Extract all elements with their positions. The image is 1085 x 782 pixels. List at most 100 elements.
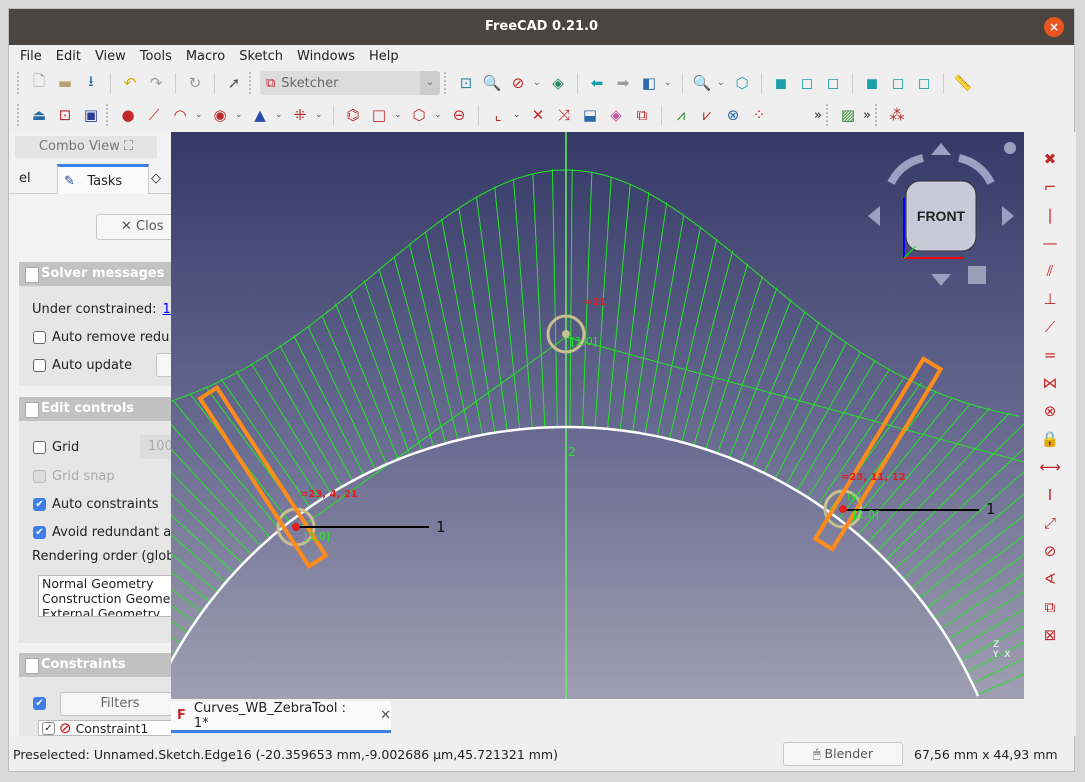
- equal-icon[interactable]: =: [1039, 344, 1061, 366]
- menu-edit[interactable]: Edit: [49, 45, 88, 67]
- sketch-zebra-icon[interactable]: ▨: [837, 104, 859, 126]
- view-sketch-icon[interactable]: ⊡: [54, 104, 76, 126]
- view-rear-icon[interactable]: ◼: [861, 72, 883, 94]
- checkbox[interactable]: [33, 470, 46, 483]
- view-section-icon[interactable]: ▣: [80, 104, 102, 126]
- refresh-icon[interactable]: ↻: [184, 72, 206, 94]
- zoom-icon[interactable]: 🔍: [691, 72, 713, 94]
- checkbox[interactable]: ✔: [33, 697, 46, 710]
- document-tab[interactable]: F Curves_WB_ZebraTool : 1* ✕: [171, 701, 391, 733]
- bspline-knots-icon[interactable]: ⊗: [722, 104, 744, 126]
- fit-selection-icon[interactable]: 🔍: [481, 72, 503, 94]
- edit-controls-header[interactable]: Edit controls: [19, 397, 171, 421]
- constraint-tool-icon[interactable]: ⁂: [886, 104, 908, 126]
- line-icon[interactable]: ⟋: [143, 104, 165, 126]
- list-item[interactable]: Normal Geometry: [42, 576, 171, 591]
- back-icon[interactable]: ⬅: [586, 72, 608, 94]
- list-item[interactable]: External Geometry: [42, 606, 171, 616]
- new-file-icon[interactable]: 🗋: [28, 72, 50, 94]
- expand-icon[interactable]: ⛶: [124, 139, 133, 154]
- fit-all-icon[interactable]: ⊡: [455, 72, 477, 94]
- forward-icon[interactable]: ➡: [612, 72, 634, 94]
- menu-file[interactable]: File: [13, 45, 49, 67]
- constraints-header[interactable]: Constraints: [19, 653, 171, 677]
- checkbox[interactable]: ✔: [33, 498, 46, 511]
- construction-mode-icon[interactable]: ⧉: [631, 104, 653, 126]
- symmetric-icon[interactable]: ⋈: [1039, 372, 1061, 394]
- vertical-distance-icon[interactable]: I: [1039, 484, 1061, 506]
- close-window-button[interactable]: ×: [1044, 17, 1064, 37]
- bspline-degree-icon[interactable]: ⩗: [696, 104, 718, 126]
- navigation-style-button[interactable]: 🖱 Blender: [783, 742, 903, 766]
- menu-macro[interactable]: Macro: [179, 45, 232, 67]
- under-constrained-link[interactable]: 1: [162, 302, 170, 317]
- perpendicular-icon[interactable]: ⊥: [1039, 288, 1061, 310]
- lock-icon[interactable]: 🔒: [1039, 428, 1061, 450]
- point-on-object-icon[interactable]: ⌐: [1039, 176, 1061, 198]
- split-icon[interactable]: ⤨: [553, 104, 575, 126]
- menu-help[interactable]: Help: [362, 45, 406, 67]
- horizontal-icon[interactable]: —: [1039, 232, 1061, 254]
- save-icon[interactable]: ⭳: [80, 72, 102, 94]
- auto-remove-checkbox[interactable]: Auto remove redu: [33, 330, 169, 345]
- slot-icon[interactable]: ⊖: [448, 104, 470, 126]
- menu-sketch[interactable]: Sketch: [232, 45, 290, 67]
- checkbox[interactable]: [33, 359, 46, 372]
- rendering-order-list[interactable]: Normal Geometry Construction Geome Exter…: [38, 575, 171, 617]
- distance-icon[interactable]: ⤢: [1039, 512, 1061, 534]
- measure-icon[interactable]: 📏: [952, 72, 974, 94]
- open-folder-icon[interactable]: ▬: [54, 72, 76, 94]
- std-views-icon[interactable]: ◧: [638, 72, 660, 94]
- grid-size-input[interactable]: 100: [140, 435, 171, 459]
- more-tools-button-2[interactable]: »: [863, 108, 871, 123]
- view-top-icon[interactable]: ◻: [796, 72, 818, 94]
- menu-tools[interactable]: Tools: [133, 45, 179, 67]
- close-tab-icon[interactable]: ✕: [380, 708, 391, 723]
- workbench-selector[interactable]: ⧉ Sketcher ⌄: [260, 71, 440, 95]
- menu-view[interactable]: View: [88, 45, 133, 67]
- constraint-list-item[interactable]: ✓ ⊘ Constraint1: [38, 720, 171, 736]
- angle-icon[interactable]: ∢: [1039, 568, 1061, 590]
- bspline-curvature-icon[interactable]: ⩘: [670, 104, 692, 126]
- checkbox[interactable]: [33, 441, 46, 454]
- redo-icon[interactable]: ↷: [145, 72, 167, 94]
- circle-icon[interactable]: ◉: [209, 104, 231, 126]
- radius-icon[interactable]: ⊘: [1039, 540, 1061, 562]
- coincident-icon[interactable]: ✖: [1039, 148, 1061, 170]
- parallel-icon[interactable]: ⫽: [1039, 260, 1061, 282]
- tab-model[interactable]: el: [13, 164, 37, 194]
- view-right-icon[interactable]: ◻: [822, 72, 844, 94]
- tab-tasks[interactable]: ✎ Tasks: [57, 164, 149, 194]
- close-task-button[interactable]: ✕ Clos: [96, 214, 171, 240]
- list-item[interactable]: Construction Geome: [42, 591, 171, 606]
- polyline-icon[interactable]: ⌬: [342, 104, 364, 126]
- point-icon[interactable]: ●: [117, 104, 139, 126]
- view-left-icon[interactable]: ◻: [913, 72, 935, 94]
- grid-snap-checkbox[interactable]: Grid snap: [33, 469, 115, 484]
- toolbar-grip[interactable]: [17, 72, 21, 94]
- 3d-viewport[interactable]: FRONT =21 [1,0] 2 =23, 4, 21 [1,0] 1 =23…: [171, 132, 1024, 699]
- block-icon[interactable]: ⊗: [1039, 400, 1061, 422]
- trim-icon[interactable]: ✕: [527, 104, 549, 126]
- bspline-weights-icon[interactable]: ⁘: [748, 104, 770, 126]
- tangent-icon[interactable]: ⟋: [1039, 316, 1061, 338]
- carbon-copy-icon[interactable]: ◈: [605, 104, 627, 126]
- arc-icon[interactable]: ◠: [169, 104, 191, 126]
- isometric-icon[interactable]: ⬡: [731, 72, 753, 94]
- toggle-active-icon[interactable]: ⊠: [1039, 624, 1061, 646]
- auto-constraints-checkbox[interactable]: ✔ Auto constraints: [33, 497, 159, 512]
- vertical-icon[interactable]: |: [1039, 204, 1061, 226]
- rectangle-icon[interactable]: □: [368, 104, 390, 126]
- conic-icon[interactable]: ▲: [249, 104, 271, 126]
- constraints-filter-checkbox[interactable]: ✔: [33, 697, 46, 710]
- leave-sketch-icon[interactable]: ⏏: [28, 104, 50, 126]
- auto-update-checkbox[interactable]: Auto update: [33, 358, 132, 373]
- whats-this-icon[interactable]: ➚: [223, 72, 245, 94]
- polygon-icon[interactable]: ⬡: [408, 104, 430, 126]
- view-front-icon[interactable]: ◼: [770, 72, 792, 94]
- external-geometry-icon[interactable]: ⬓: [579, 104, 601, 126]
- bounding-box-icon[interactable]: ◈: [547, 72, 569, 94]
- update-button[interactable]: [156, 353, 171, 377]
- filters-button[interactable]: Filters: [60, 692, 171, 716]
- solver-messages-header[interactable]: Solver messages: [19, 262, 171, 286]
